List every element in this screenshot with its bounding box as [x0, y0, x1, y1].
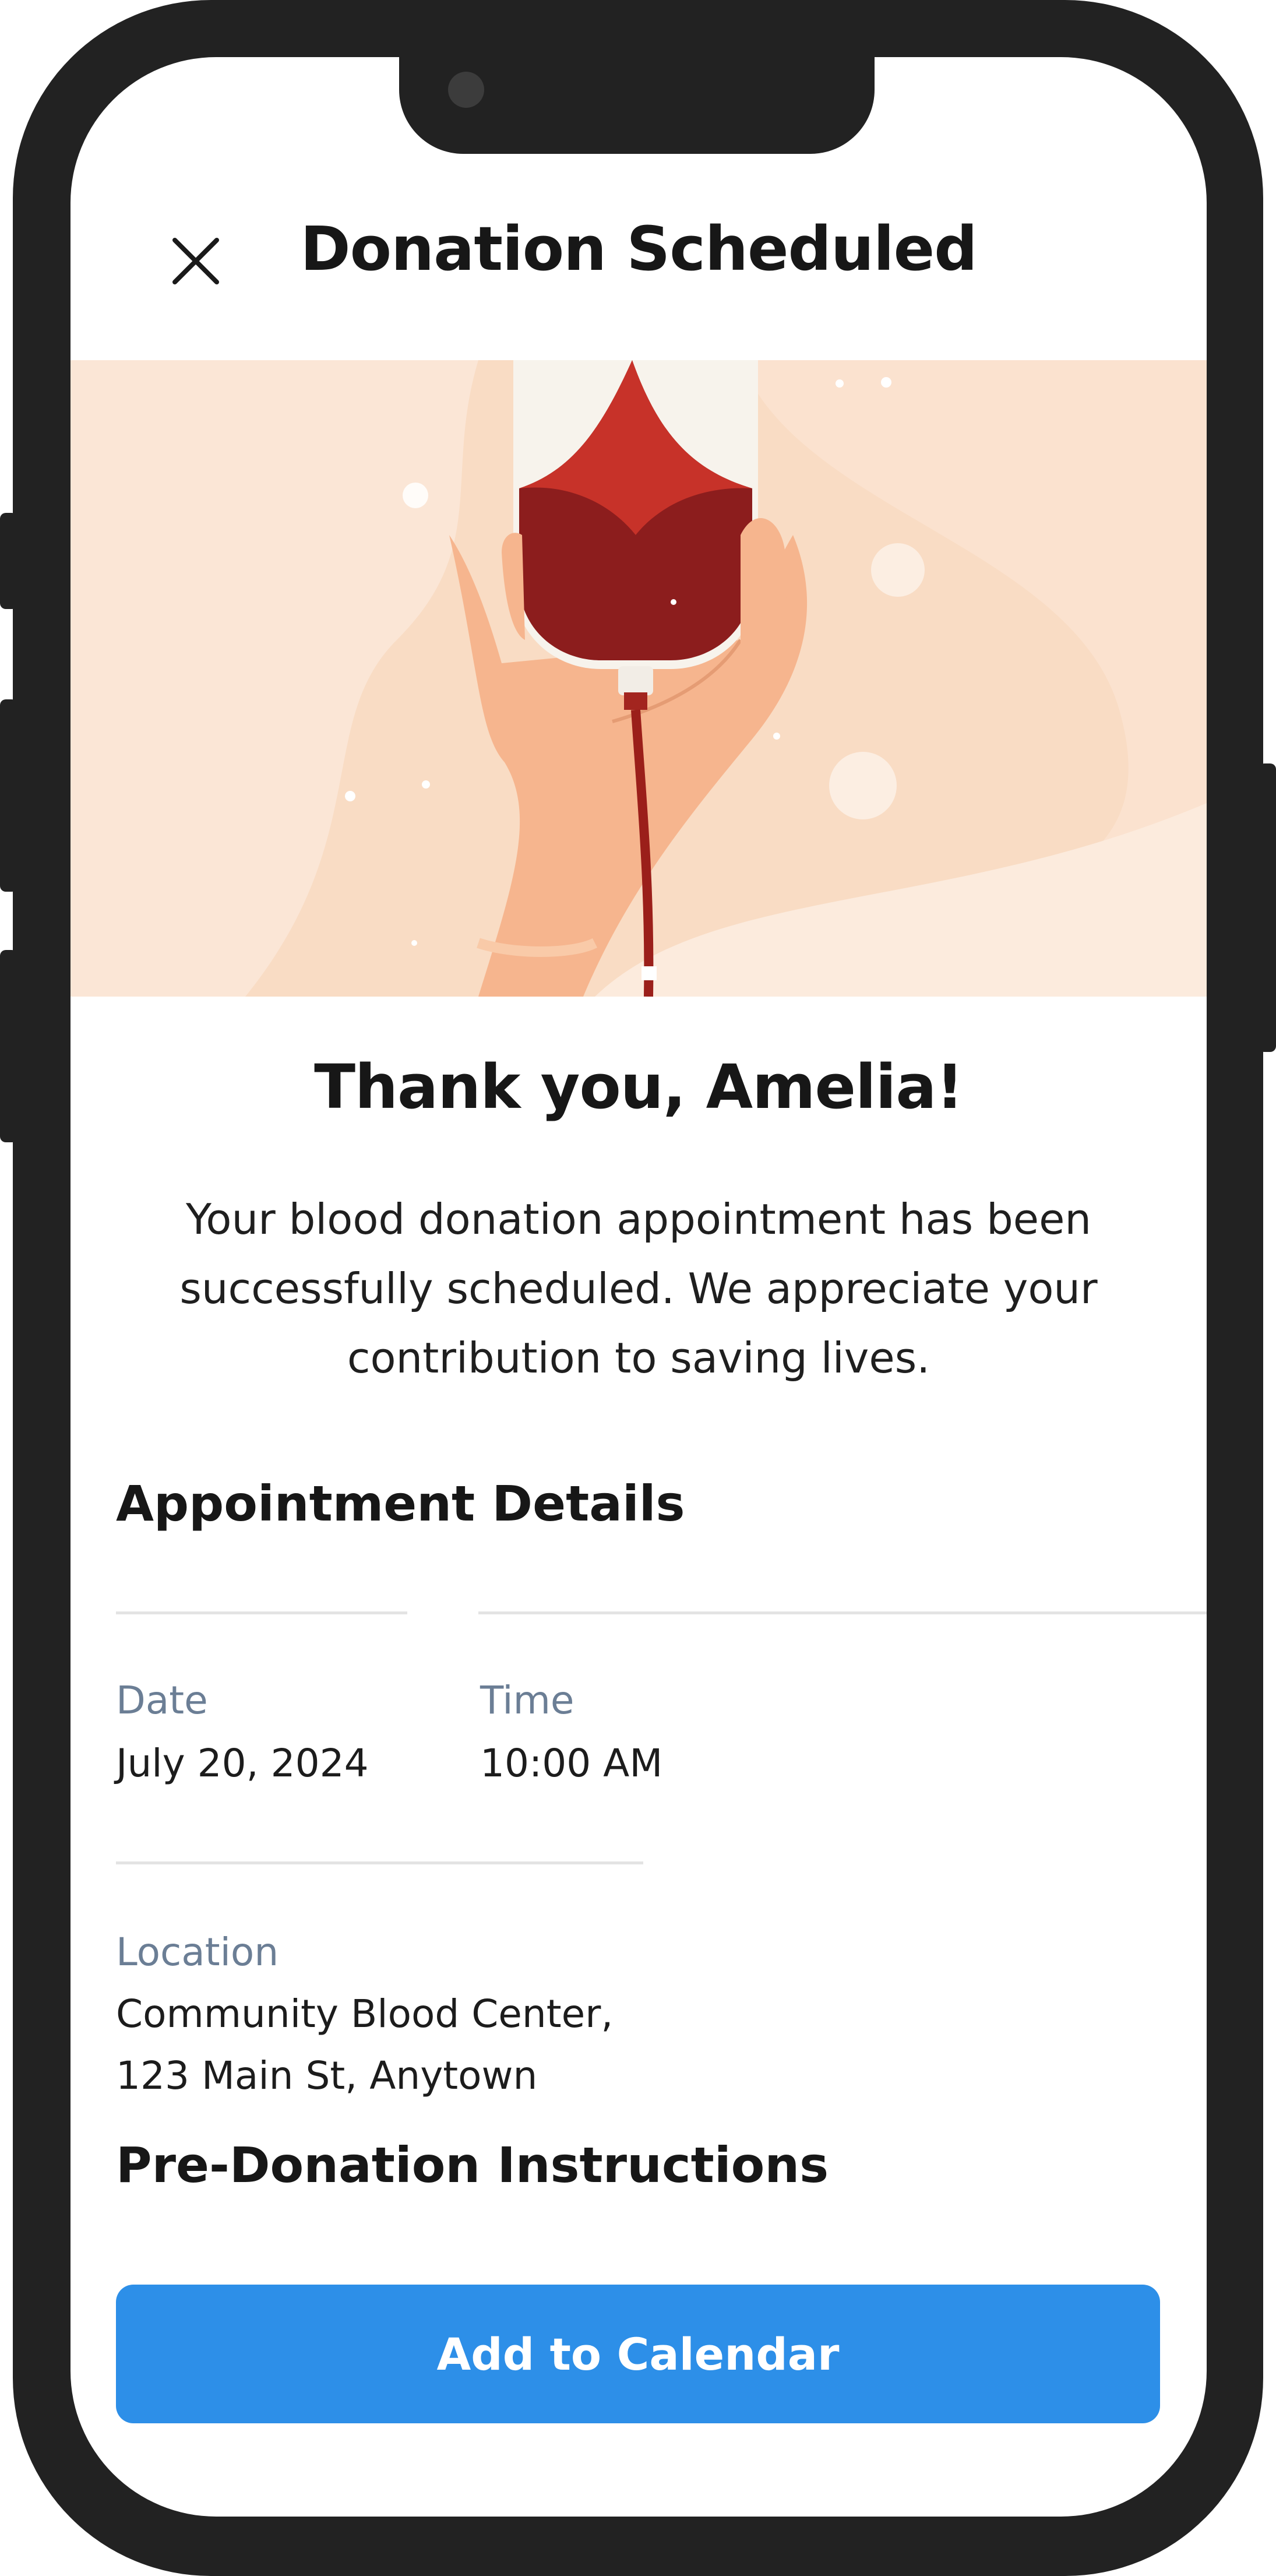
divider [116, 1611, 407, 1614]
pre-donation-instructions-heading: Pre-Donation Instructions [116, 2137, 829, 2194]
time-value: 10:00 AM [480, 1741, 663, 1786]
confirmation-message: Your blood donation appointment has been… [179, 1195, 1098, 1382]
confirmation-heading: Thank you, Amelia! [314, 1051, 964, 1122]
side-button-volume-up [0, 699, 17, 892]
blood-bag-illustration [71, 360, 1207, 997]
appointment-details-heading: Appointment Details [116, 1475, 685, 1532]
divider [116, 1861, 643, 1864]
page-title: Donation Scheduled [300, 213, 977, 284]
app-screen: Donation Scheduled Thank you, Amelia! Yo… [71, 57, 1207, 2517]
device-mockup: Donation Scheduled Thank you, Amelia! Yo… [0, 0, 1276, 2576]
add-to-calendar-button[interactable]: Add to Calendar [116, 2285, 1160, 2423]
divider [478, 1611, 1207, 1614]
side-button-power [1259, 763, 1276, 1052]
location-label: Location [116, 1930, 279, 1975]
side-button-mute [0, 513, 17, 609]
hero-illustration [71, 360, 1207, 997]
time-label: Time [480, 1678, 574, 1723]
date-label: Date [116, 1678, 208, 1723]
date-value: July 20, 2024 [116, 1741, 369, 1786]
location-value: Community Blood Center, 123 Main St, Any… [116, 1991, 614, 2098]
front-camera [448, 72, 484, 108]
side-button-volume-down [0, 950, 17, 1142]
